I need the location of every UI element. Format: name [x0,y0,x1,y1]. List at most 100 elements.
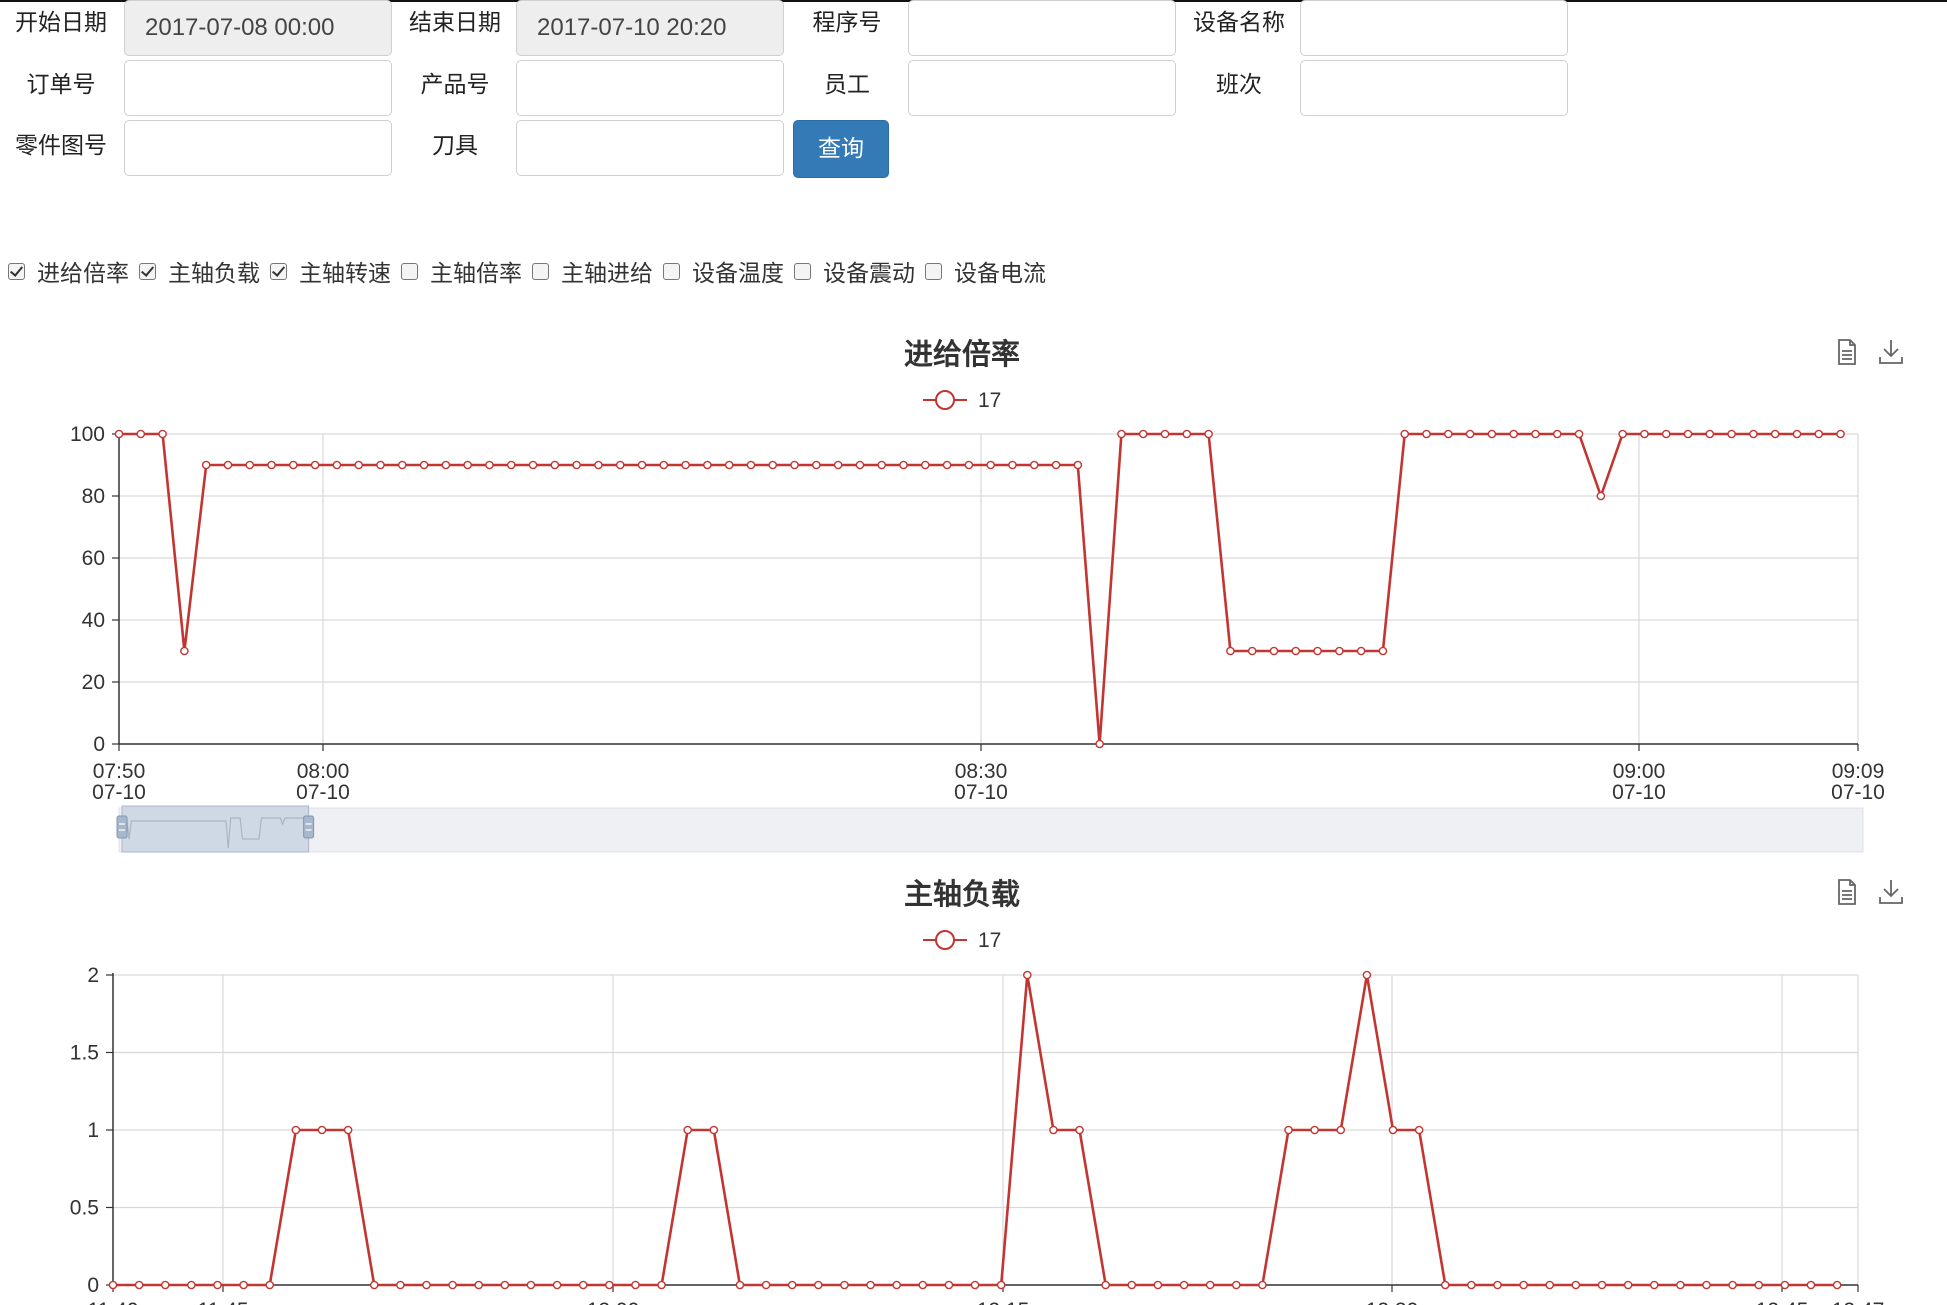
data-point [1705,429,1715,439]
data-view-icon-lines [1842,350,1852,360]
save-image-icon[interactable] [1879,340,1903,364]
data-point [1770,429,1780,439]
save-image-icon-arrow [1879,340,1903,364]
data-point [265,1280,275,1290]
data-point [899,460,908,470]
data-point [768,460,778,470]
data-point [1310,1125,1319,1135]
data-point [840,1280,849,1290]
data-point [136,429,146,439]
data-point [877,460,887,470]
data-point [1597,1280,1607,1290]
data-point [376,460,385,470]
data-point [631,1280,640,1290]
data-point [1127,1280,1137,1290]
data-point [1095,739,1104,749]
data-point [1618,429,1627,439]
data-point [158,429,167,439]
data-point [637,460,647,470]
data-point [761,1280,771,1290]
data-point [918,1280,928,1290]
data-point [1160,429,1170,439]
data-point [485,460,494,470]
data-point [1487,429,1497,439]
data-point [1493,1280,1502,1290]
data-point [986,460,995,470]
x-tick-label-time: 09:00 [1613,760,1666,783]
legend-label: 17 [978,929,1001,952]
data-point [1378,646,1388,656]
data-point [289,460,298,470]
data-point [213,1280,222,1290]
data-point [267,460,276,470]
data-point [735,1280,745,1290]
chart-title: 进给倍率 [904,337,1020,371]
data-point [1356,646,1366,656]
data-point [1422,429,1431,439]
data-point [1414,1125,1424,1135]
data-zoom-handle-right[interactable] [303,815,315,839]
data-point [970,1280,980,1290]
data-point [921,460,930,470]
data-view-icon[interactable] [1838,339,1856,365]
data-point [1117,429,1126,439]
x-tick-label-time: 12:47 [1832,1299,1885,1305]
legend-marker [935,930,955,950]
data-point [1676,1280,1685,1290]
y-tick-label: 0 [87,1274,99,1297]
data-point [1509,429,1518,439]
data-point [419,460,429,470]
x-tick-label-time: 11:40 [88,1299,139,1305]
data-point [1029,460,1039,470]
data-point [1153,1280,1163,1290]
data-point [1728,1280,1737,1290]
data-point [1051,460,1061,470]
x-tick-label-time: 12:00 [587,1299,640,1305]
y-tick-label: 0 [93,733,105,756]
legend-label: 17 [978,389,1001,412]
y-tick-label: 1.5 [70,1042,99,1065]
data-point [1204,429,1213,439]
data-point [1836,429,1845,439]
data-point [1182,429,1192,439]
data-point [855,460,865,470]
data-zoom-slider[interactable] [116,805,1864,853]
y-tick-label: 60 [82,547,105,570]
data-point [1596,491,1606,501]
series-line [119,432,1841,745]
data-point [1400,429,1410,439]
data-point [180,646,189,656]
x-tick-label-time: 12:15 [977,1299,1030,1305]
data-point [1780,1280,1790,1290]
data-view-icon[interactable] [1838,879,1856,905]
data-point [552,1280,562,1290]
x-tick-label-date: 07-10 [1831,781,1885,804]
data-point [1247,646,1257,656]
x-tick-label-time: 08:00 [297,760,350,783]
data-point [1336,1125,1346,1135]
data-point [1574,429,1584,439]
data-point [814,1280,823,1290]
data-point [1231,1280,1241,1290]
legend-item[interactable]: 17 [923,389,1001,412]
data-point [463,460,472,470]
data-point [422,1280,431,1290]
save-image-icon[interactable] [1879,880,1903,904]
x-tick-label-time: 12:30 [1366,1299,1419,1305]
y-tick-label: 80 [82,485,105,508]
data-point [1388,1125,1398,1135]
data-point [201,460,211,470]
chart-title: 主轴负载 [904,878,1020,911]
data-zoom-handle-left[interactable] [116,815,128,839]
chart-toolbox [1838,339,1903,365]
data-point [1792,429,1802,439]
data-point [369,1280,379,1290]
data-point [1571,1280,1581,1290]
x-tick-label-date: 07-10 [954,781,1008,804]
legend-item[interactable]: 17 [923,929,1001,952]
x-tick-label-time: 11:45 [198,1299,249,1305]
data-point [1661,429,1671,439]
x-tick-label-time: 12:45 [1756,1299,1809,1305]
data-point [448,1280,457,1290]
x-tick-label-date: 07-10 [92,781,146,804]
